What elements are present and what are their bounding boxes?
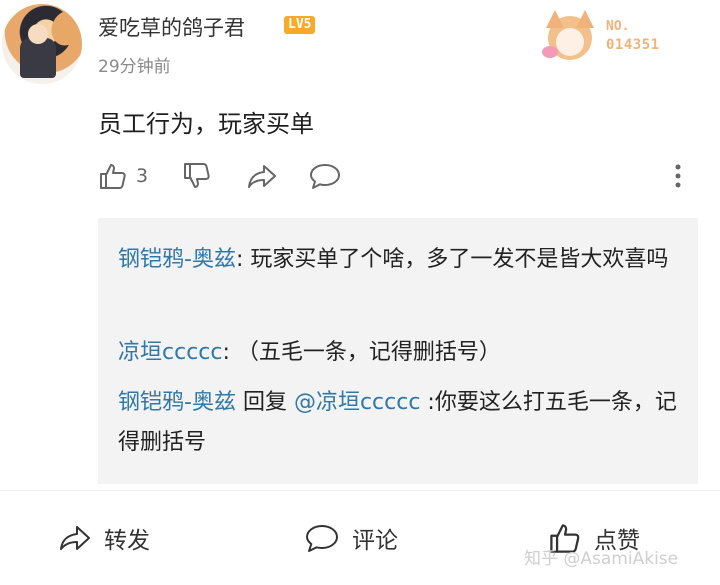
bottom-action-bar: 转发 评论 点赞 知乎 @AsamiAkise — [0, 506, 720, 576]
share-arrow-icon — [248, 165, 276, 188]
fan-badge-label: NO. — [606, 19, 630, 34]
more-options-button[interactable] — [672, 160, 684, 192]
sticker-face — [556, 28, 584, 56]
mention-link[interactable]: @凉垣ccccc — [294, 390, 420, 415]
reply-author-link[interactable]: 钢铠鸦-奥兹 — [118, 390, 236, 415]
level-badge: LV5 — [284, 16, 316, 34]
avatar-figure — [20, 38, 56, 78]
forward-arrow-icon — [60, 526, 90, 550]
reply-separator: : — [235, 247, 251, 272]
timestamp: 29分钟前 — [98, 57, 171, 77]
reply-item: 钢铠鸦-奥兹: 玩家买单了个啥，多了一发不是皆大欢喜吗 — [118, 240, 678, 280]
reply-separator: : — [222, 340, 237, 365]
comment-actions: 3 — [0, 156, 720, 196]
speech-bubble-icon — [310, 164, 340, 189]
sticker-ear-left — [546, 10, 564, 28]
reply-item: 钢铠鸦-奥兹 回复 @凉垣ccccc :你要这么打五毛一条，记得删括号 — [118, 383, 678, 463]
fan-badge-number: NO. 014351 — [606, 18, 660, 54]
like-count: 3 — [136, 165, 149, 187]
sticker-bow — [542, 46, 558, 58]
reply-text: （五毛一条，记得删括号） — [236, 340, 501, 365]
reply-author-link[interactable]: 钢铠鸦-奥兹 — [118, 247, 236, 272]
comment-button[interactable]: 评论 — [304, 518, 398, 558]
avatar-face — [28, 24, 48, 44]
share-button[interactable] — [246, 160, 278, 192]
dislike-button[interactable] — [182, 160, 212, 192]
sticker-ear-right — [576, 10, 594, 28]
reply-text: 玩家买单了个啥，多了一发不是皆大欢喜吗 — [250, 247, 669, 272]
reply-item: 凉垣ccccc: （五毛一条，记得删括号） — [118, 333, 678, 373]
fan-badge-serial: 014351 — [606, 37, 660, 53]
fan-badge-sticker — [542, 10, 598, 66]
comment-label: 评论 — [352, 528, 398, 554]
reply-thread: 钢铠鸦-奥兹: 玩家买单了个啥，多了一发不是皆大欢喜吗 凉垣ccccc: （五毛… — [98, 218, 698, 484]
speech-bubble-icon — [306, 525, 338, 552]
reply-to-label: 回复 — [235, 390, 294, 415]
comment-body: 员工行为，玩家买单 — [98, 110, 314, 138]
avatar[interactable] — [2, 4, 82, 84]
reply-separator: : — [420, 390, 435, 415]
forward-label: 转发 — [104, 528, 150, 554]
comment-header: 爱吃草的鸽子君 LV5 29分钟前 NO. 014351 — [0, 0, 720, 90]
divider — [0, 490, 720, 491]
reply-author-link[interactable]: 凉垣ccccc — [118, 340, 222, 365]
reply-button[interactable] — [308, 160, 342, 192]
thumbs-up-icon — [100, 164, 126, 189]
username[interactable]: 爱吃草的鸽子君 — [98, 12, 245, 42]
like-button[interactable]: 3 — [98, 160, 148, 192]
watermark: 知乎 @AsamiAkise — [524, 549, 679, 569]
vertical-dots-icon — [675, 164, 681, 188]
thumbs-down-icon — [184, 163, 210, 188]
forward-button[interactable]: 转发 — [58, 518, 150, 558]
